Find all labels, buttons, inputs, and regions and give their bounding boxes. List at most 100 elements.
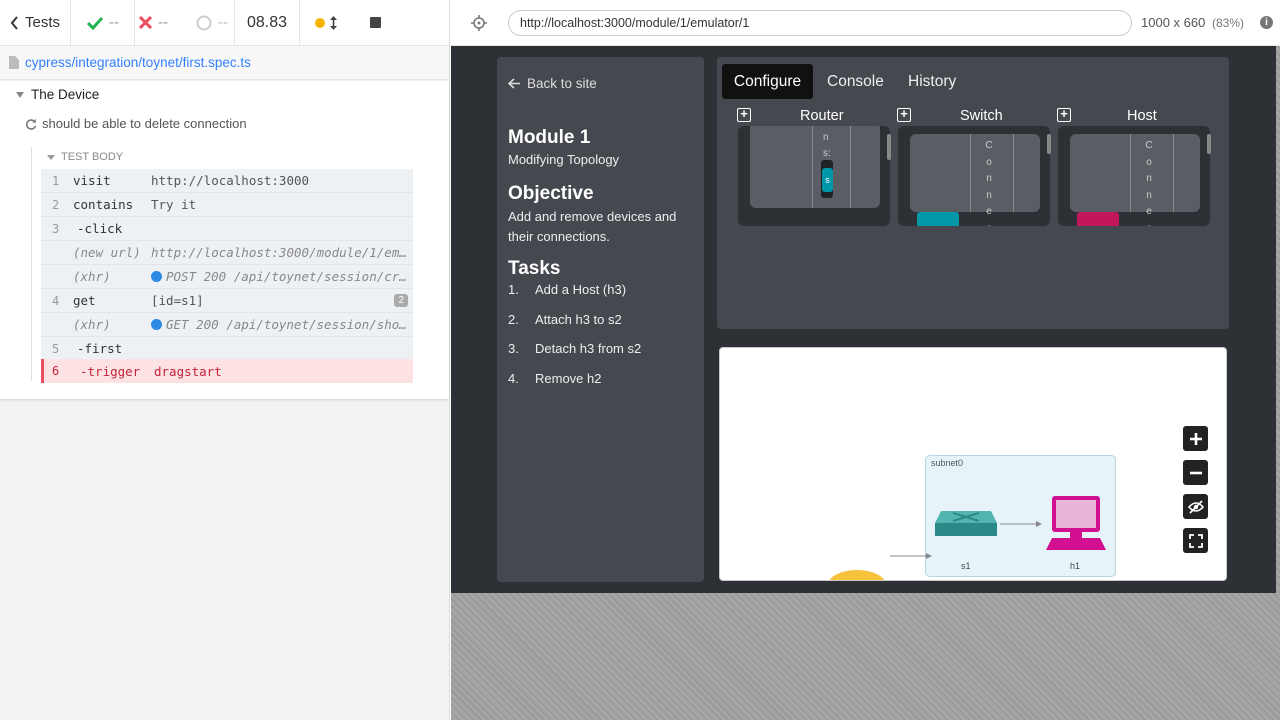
zoom-out-button[interactable] (1183, 460, 1208, 485)
node-label-h1: h1 (1070, 561, 1081, 571)
link-router-s1[interactable] (890, 551, 934, 561)
auto-scroll-toggle[interactable] (300, 0, 351, 46)
router-node[interactable] (828, 570, 886, 580)
command-number: 1 (52, 173, 60, 188)
command-row[interactable]: 5 -first (41, 337, 413, 361)
switch-connections-label: Connec (984, 138, 994, 226)
refresh-icon (25, 118, 37, 130)
host-card-letter: n (1146, 189, 1152, 201)
command-log: The Device should be able to delete conn… (0, 81, 449, 399)
topology-canvas[interactable]: subnet0 s1 h1 (719, 347, 1227, 581)
fit-view-button[interactable] (1183, 528, 1208, 553)
host-card-inner: Connec (1070, 134, 1200, 226)
host-card-letter: C (1145, 140, 1153, 151)
suite-title[interactable]: The Device (16, 87, 99, 102)
eye-slash-icon (1187, 499, 1204, 514)
circle-notch-icon (196, 15, 212, 30)
command-name: (new url) (73, 245, 141, 260)
host-card-scrollbar[interactable] (1207, 134, 1211, 154)
switch-icon[interactable] (935, 501, 997, 541)
command-row[interactable]: 1 visit http://localhost:3000 (41, 169, 413, 193)
selector-playground-icon[interactable] (471, 15, 487, 31)
task-text: Detach h3 from s2 (535, 341, 642, 356)
command-row[interactable]: (xhr) GET 200 /api/toynet/session/show… (41, 313, 413, 337)
host-card-letter: n (1146, 173, 1152, 184)
device-type-switch: Switch (960, 108, 1003, 124)
command-row[interactable]: 4 get [id=s1] 2 (41, 289, 413, 313)
stop-button[interactable] (351, 0, 399, 46)
task-number: 4. (508, 371, 519, 386)
switch-card-letter: n (986, 173, 992, 184)
task-item: 3. Detach h3 from s2 (508, 341, 641, 356)
back-to-tests-label: Tests (25, 14, 61, 31)
command-row-failed[interactable]: 6 -trigger dragstart (41, 359, 413, 383)
objective-text: Add and remove devices and their connect… (508, 209, 677, 244)
task-item: 2. Attach h3 to s2 (508, 312, 622, 327)
test-body-section[interactable]: TEST BODY (47, 151, 123, 163)
switch-card-letter: C (985, 140, 993, 151)
switch-card-scrollbar[interactable] (1047, 134, 1051, 154)
router-device-card[interactable]: n s: s (738, 126, 890, 226)
spec-file-path[interactable]: cypress/integration/toynet/first.spec.ts (0, 46, 449, 80)
switch-card-inner: Connec (910, 134, 1040, 226)
router-card-scrollbar[interactable] (887, 134, 891, 160)
command-number: 2 (52, 197, 60, 212)
tab-console[interactable]: Console (827, 73, 884, 91)
host-computer-icon[interactable] (1046, 494, 1106, 552)
tab-configure[interactable]: Configure (722, 64, 813, 99)
app-viewport: Back to site Module 1 Modifying Topology… (451, 46, 1276, 593)
failed-count: -- (135, 0, 187, 46)
url-bar: http://localhost:3000/module/1/emulator/… (451, 0, 1280, 46)
router-card-text: s: (823, 148, 831, 159)
command-message: http://localhost:3000/module/1/emu… (151, 245, 413, 260)
url-input[interactable]: http://localhost:3000/module/1/emulator/… (508, 10, 1132, 36)
status-dot-icon (314, 17, 325, 28)
command-number: 5 (52, 341, 60, 356)
module-info-card: Back to site Module 1 Modifying Topology… (497, 57, 704, 582)
task-item: 1. Add a Host (h3) (508, 282, 626, 297)
add-router-button[interactable]: + (737, 107, 751, 122)
switch-card-letter: n (986, 189, 992, 201)
host-card-letter: o (1146, 156, 1152, 168)
back-to-tests-button[interactable]: Tests (0, 0, 71, 46)
test-title[interactable]: should be able to delete connection (25, 116, 247, 131)
command-message: GET 200 /api/toynet/session/show… (166, 317, 413, 332)
router-connection-chip[interactable]: s (822, 168, 833, 192)
command-name: -trigger (80, 363, 141, 379)
add-host-button[interactable]: + (1057, 107, 1071, 122)
command-row[interactable]: 2 contains Try it (41, 193, 413, 217)
caret-down-icon (47, 154, 55, 160)
router-chip-label: s (825, 175, 830, 185)
task-text: Remove h2 (535, 371, 602, 386)
subnet-group[interactable]: subnet0 s1 h1 (925, 455, 1116, 577)
command-row[interactable]: 3 -click (41, 217, 413, 241)
switch-color-chip (917, 212, 959, 226)
host-device-card[interactable]: Connec (1058, 126, 1210, 226)
add-switch-button[interactable]: + (897, 107, 911, 122)
toggle-visibility-button[interactable] (1183, 494, 1208, 519)
switch-card-letter: e (986, 206, 992, 217)
switch-device-card[interactable]: Connec (898, 126, 1050, 226)
command-name: visit (73, 173, 111, 188)
zoom-in-button[interactable] (1183, 426, 1208, 451)
viewport-scale: (83%) (1211, 16, 1244, 30)
command-name: (xhr) (73, 269, 111, 284)
link-s1-h1[interactable] (1000, 519, 1044, 529)
command-name: get (73, 293, 96, 308)
arrows-vertical-icon (329, 15, 337, 30)
spec-file-link[interactable]: cypress/integration/toynet/first.spec.ts (25, 55, 251, 70)
back-to-site-link[interactable]: Back to site (508, 76, 597, 91)
module-title: Module 1 (508, 127, 591, 148)
minus-icon (1189, 471, 1202, 474)
task-number: 2. (508, 312, 519, 327)
command-row[interactable]: (new url) http://localhost:3000/module/1/… (41, 241, 413, 265)
host-card-letter: e (1146, 206, 1152, 217)
viewport-info: 1000 x 660 (83%) (1141, 15, 1244, 30)
x-icon (139, 16, 152, 29)
command-row[interactable]: (xhr) POST 200 /api/toynet/session/cre… (41, 265, 413, 289)
tab-history[interactable]: History (908, 73, 956, 91)
info-icon[interactable]: i (1260, 16, 1273, 29)
command-name: (xhr) (73, 317, 111, 332)
test-title-text: should be able to delete connection (42, 116, 247, 131)
failed-value: -- (158, 14, 168, 31)
